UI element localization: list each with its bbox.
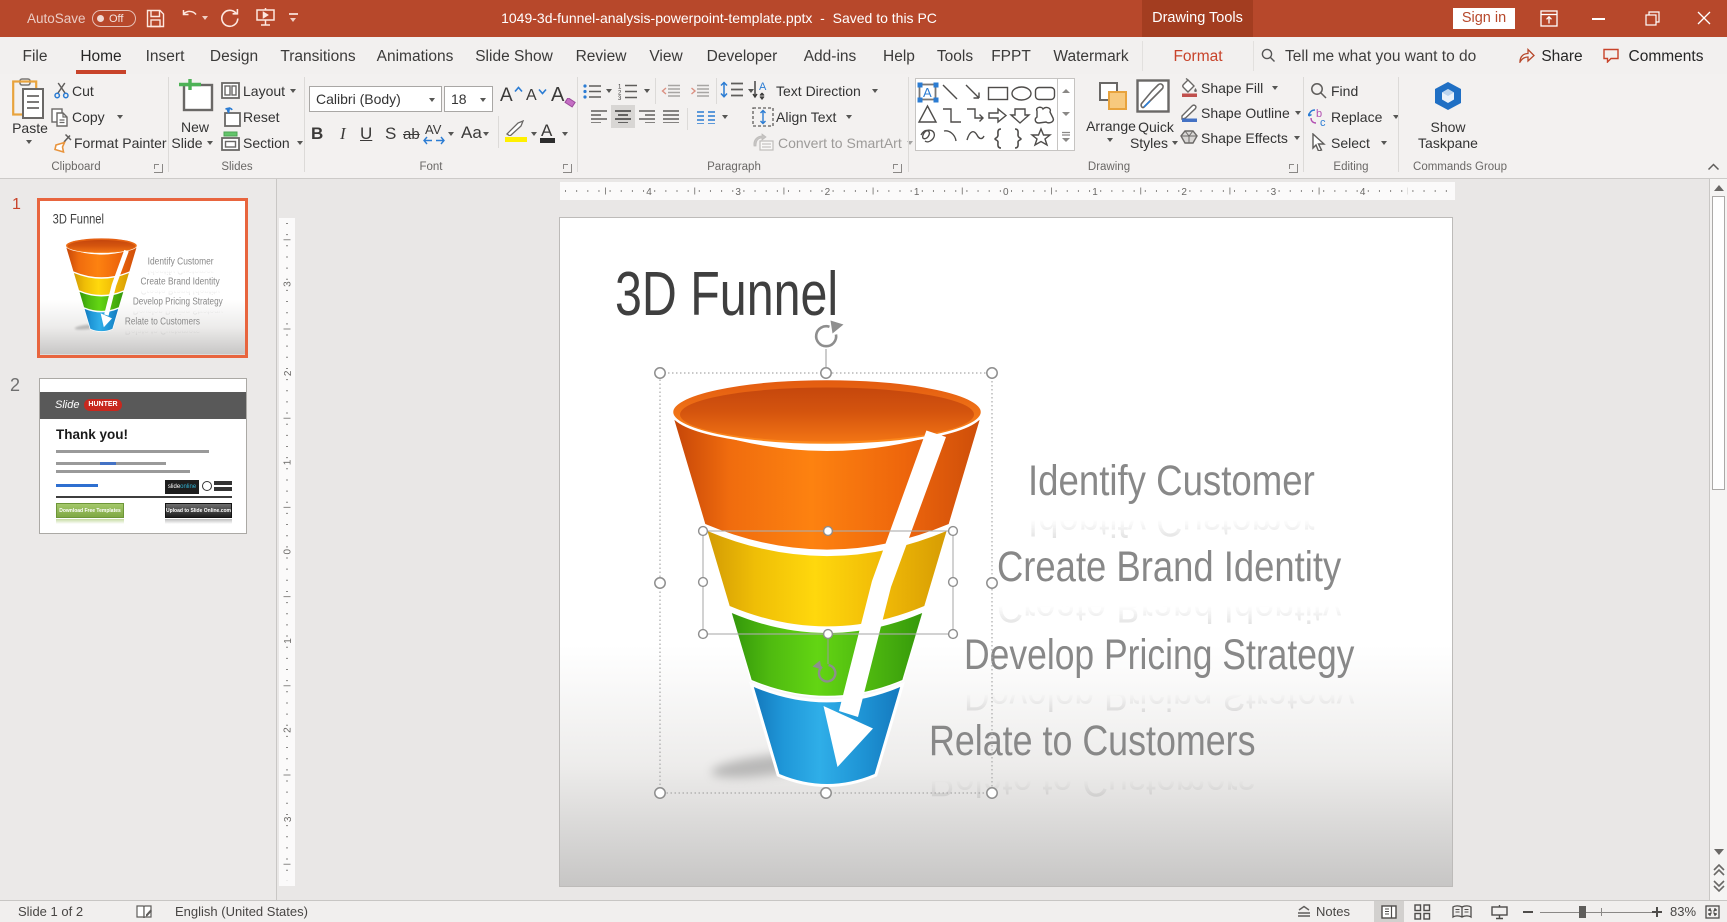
svg-text:A: A xyxy=(923,85,932,100)
svg-text:4: 4 xyxy=(1360,187,1366,198)
svg-text:3: 3 xyxy=(283,281,294,287)
svg-text:3: 3 xyxy=(283,816,294,822)
svg-text:1: 1 xyxy=(1092,187,1098,198)
svg-text:2: 2 xyxy=(283,370,294,376)
svg-text:4: 4 xyxy=(646,187,652,198)
svg-text:0: 0 xyxy=(1003,187,1009,198)
svg-text:1: 1 xyxy=(283,459,294,465)
svg-text:0: 0 xyxy=(283,549,294,555)
svg-text:3: 3 xyxy=(618,96,622,100)
svg-text:3: 3 xyxy=(735,187,741,198)
svg-text:2: 2 xyxy=(825,187,831,198)
svg-text:c: c xyxy=(1320,117,1326,127)
svg-text:A: A xyxy=(759,81,767,93)
svg-text:3: 3 xyxy=(1271,187,1277,198)
svg-text:1: 1 xyxy=(283,638,294,644)
svg-text:2: 2 xyxy=(1181,187,1187,198)
svg-text:1: 1 xyxy=(914,187,920,198)
svg-text:2: 2 xyxy=(283,727,294,733)
